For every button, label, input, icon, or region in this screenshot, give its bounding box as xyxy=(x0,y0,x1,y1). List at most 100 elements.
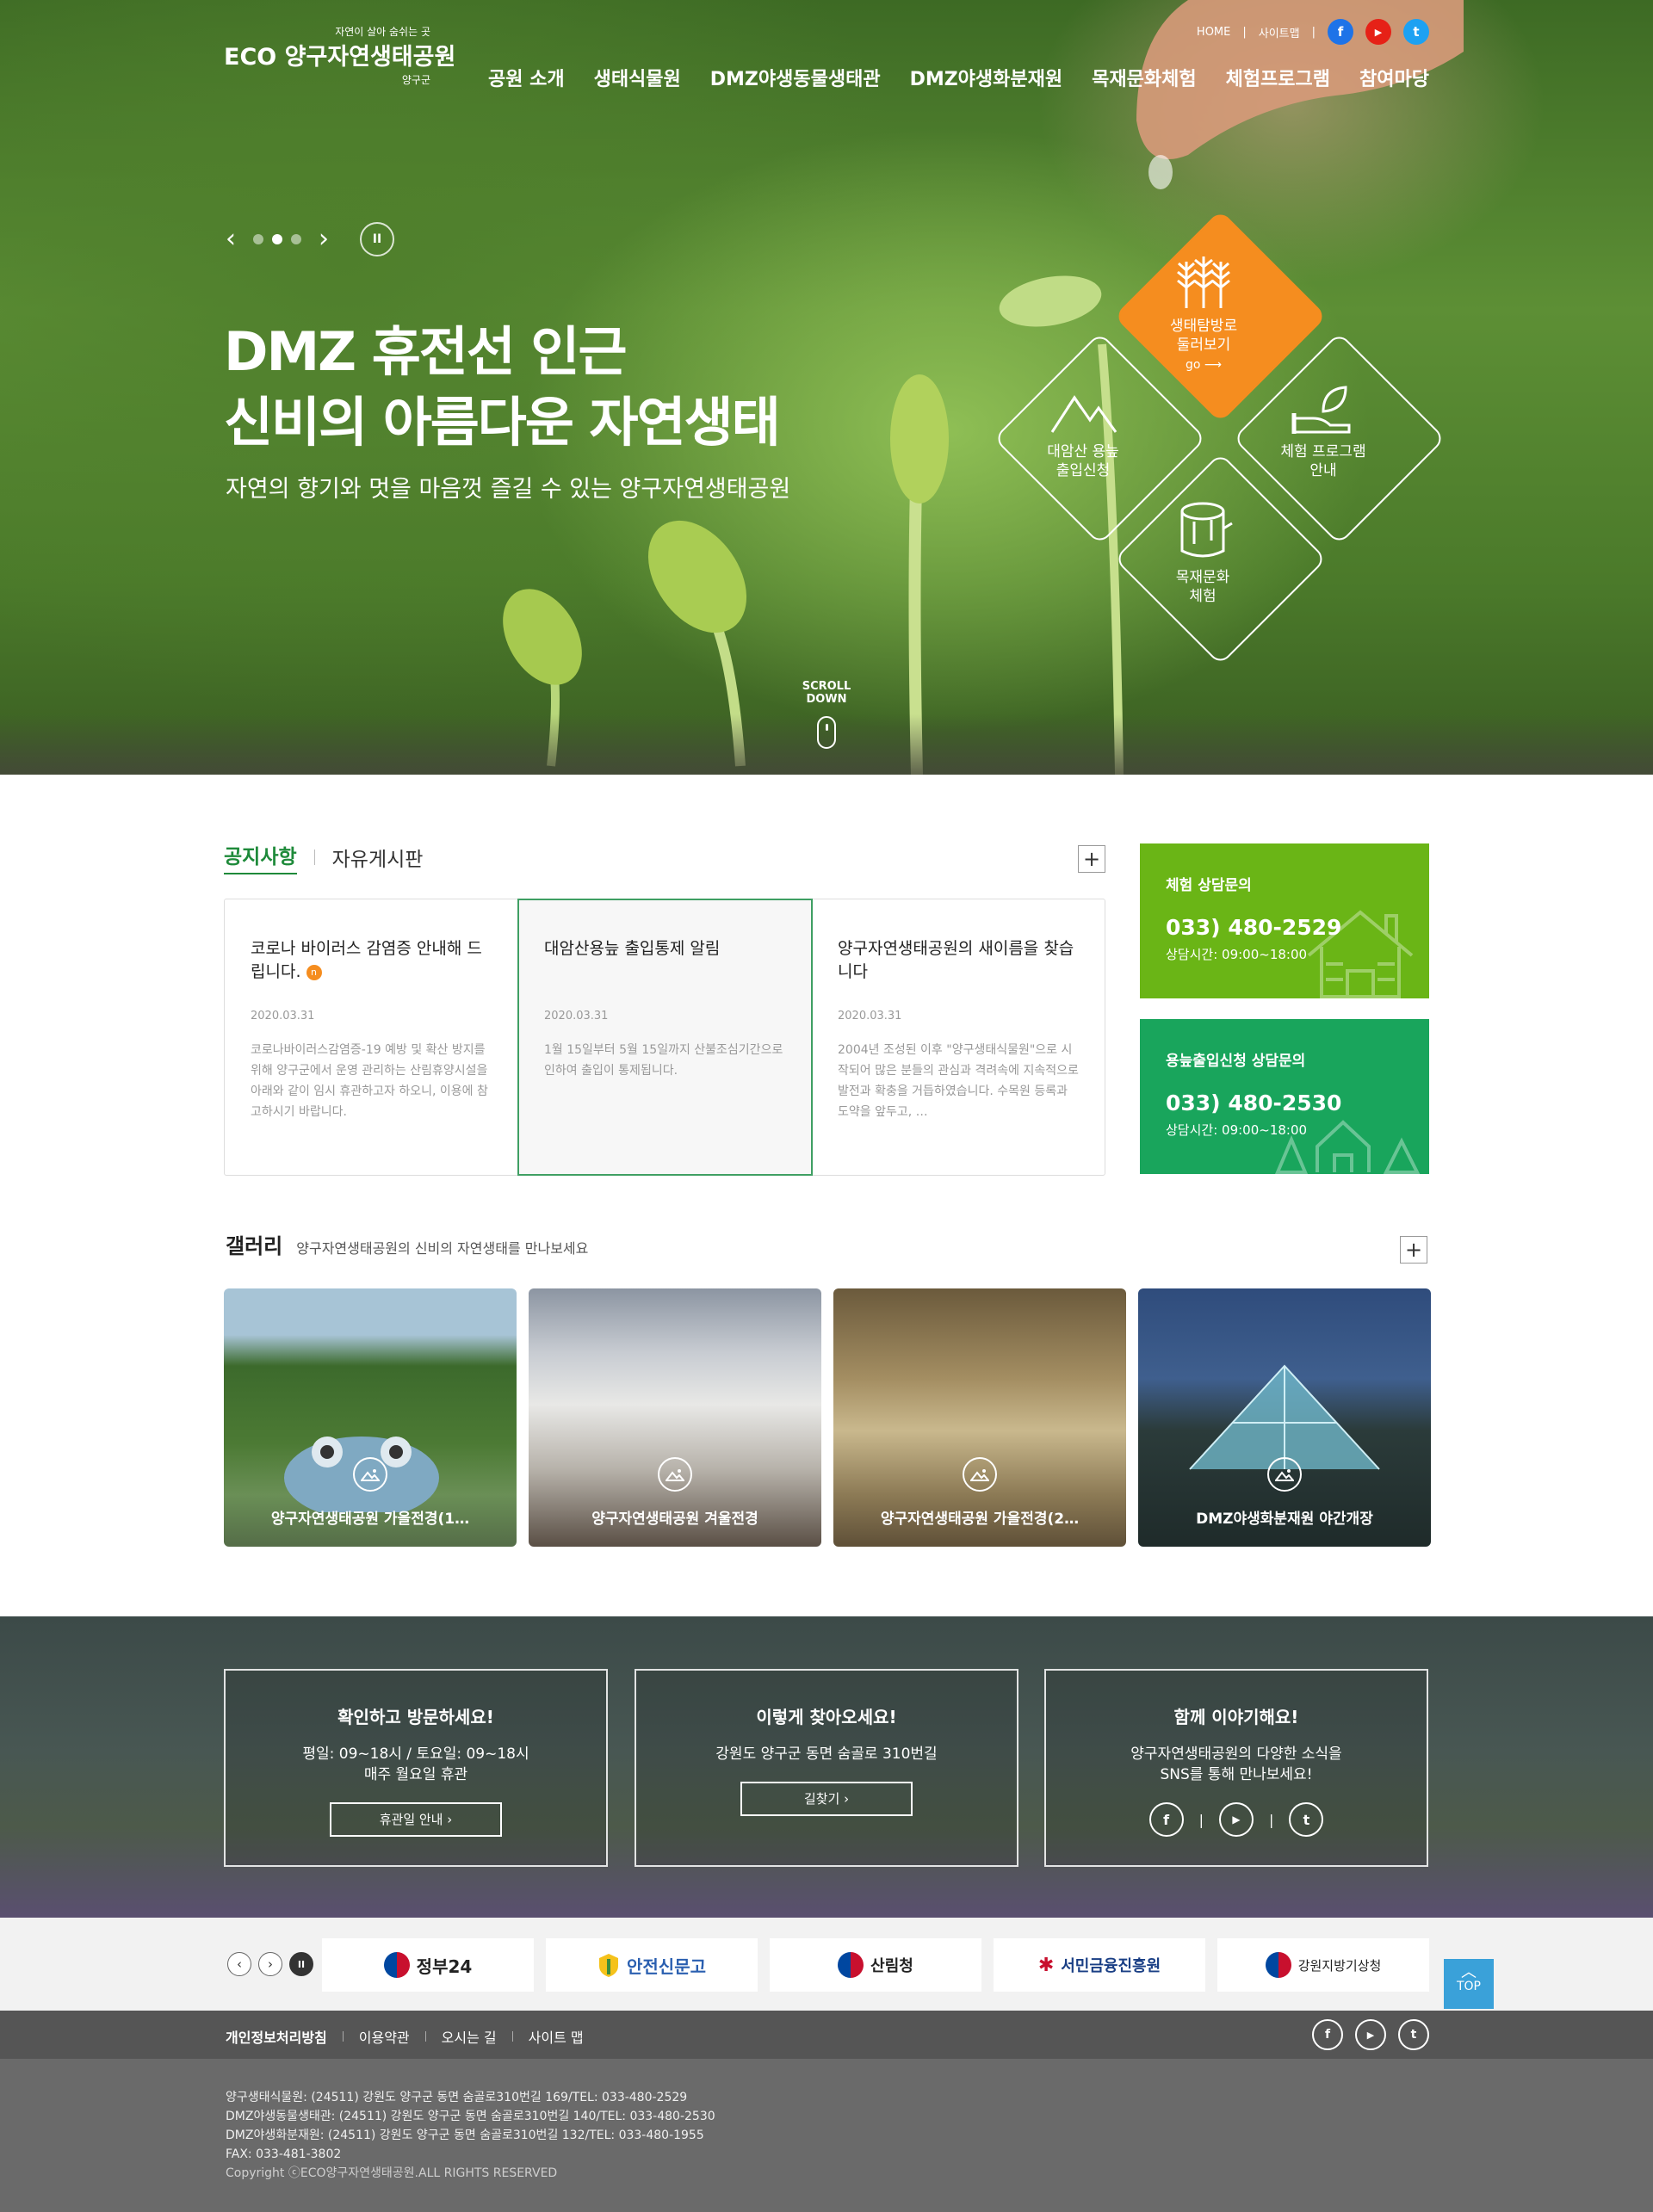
directions-button[interactable]: 길찾기 › xyxy=(740,1782,913,1816)
gallery-subtitle: 양구자연생태공원의 신비의 자연생태를 만나보세요 xyxy=(296,1240,589,1257)
banner-forest-service[interactable]: 산림청 xyxy=(770,1938,981,1992)
info-line2: 매주 월요일 휴관 xyxy=(363,1766,468,1783)
quick-wood-label1: 목재문화 xyxy=(1175,569,1230,586)
gallery-title: 갤러리 xyxy=(226,1234,283,1258)
gallery-item[interactable]: DMZ야생화분재원 야간개장 xyxy=(1138,1288,1431,1547)
info-line1: 양구자연생태공원의 다양한 소식을 xyxy=(1130,1746,1342,1763)
quick-mountain-label2: 출입신청 xyxy=(1056,462,1111,479)
notice-title: 코로나 바이러스 감염증 안내해 드립니다. n xyxy=(251,937,492,989)
notice-card-active[interactable]: 대암산용늪 출입통제 알림 2020.03.31 1월 15일부터 5월 15일… xyxy=(517,899,813,1176)
banner-label: 강원지방기상청 xyxy=(1297,1957,1382,1974)
notice-card[interactable]: 양구자연생태공원의 새이름을 찾습니다 2020.03.31 2004년 조성된… xyxy=(812,899,1105,1175)
twitter-icon[interactable]: t xyxy=(1289,1802,1324,1837)
tab-free-board[interactable]: 자유게시판 xyxy=(332,843,424,872)
hero-title-line1: DMZ 휴전선 인근 xyxy=(224,320,627,383)
sns-box: 함께 이야기해요! 양구자연생태공원의 다양한 소식을 SNS를 통해 만나보세… xyxy=(1044,1669,1428,1867)
facebook-icon[interactable]: f xyxy=(1312,2019,1343,2050)
notice-date: 2020.03.31 xyxy=(544,1010,609,1023)
logo-name: ECO 양구자연생태공원 xyxy=(224,44,456,71)
directions-link[interactable]: 오시는 길 xyxy=(442,2026,497,2047)
notice-more-button[interactable]: + xyxy=(1078,845,1105,873)
prev-slide-icon[interactable]: ‹ xyxy=(222,222,239,256)
youtube-icon[interactable]: ▶ xyxy=(1355,2019,1386,2050)
arrow-up-icon: ︿ xyxy=(1461,1963,1477,1981)
scroll-down[interactable]: SCROLL DOWN xyxy=(782,680,871,749)
quick-eco-label1: 생태탐방로 xyxy=(1169,318,1238,335)
sitemap-link[interactable]: 사이트맵 xyxy=(1259,24,1300,40)
top-label: TOP xyxy=(1456,1980,1481,1993)
terms-link[interactable]: 이용약관 xyxy=(359,2026,410,2047)
quick-mountain-label1: 대암산 용늪 xyxy=(1047,443,1119,460)
quick-program[interactable]: 체험 프로그램 안내 xyxy=(1237,384,1409,480)
quick-eco-go: go ⟶ xyxy=(1186,358,1222,372)
mouse-icon xyxy=(817,716,836,749)
tab-notice[interactable]: 공지사항 xyxy=(224,840,297,874)
quick-program-label1: 체험 프로그램 xyxy=(1280,443,1366,460)
nav-item-park-intro[interactable]: 공원 소개 xyxy=(488,64,565,91)
notice-card[interactable]: 코로나 바이러스 감염증 안내해 드립니다. n 2020.03.31 코로나바… xyxy=(225,899,518,1175)
footer-links: 개인정보처리방침 이용약관 오시는 길 사이트 맵 xyxy=(226,2026,584,2047)
next-slide-icon[interactable]: › xyxy=(315,222,332,256)
nav-item-eco-garden[interactable]: 생태식물원 xyxy=(594,64,681,91)
banner-gov24[interactable]: 정부24 xyxy=(322,1938,534,1992)
gallery-more-button[interactable]: + xyxy=(1400,1236,1427,1264)
houses-icon xyxy=(1274,1120,1421,1174)
notice-list: 코로나 바이러스 감염증 안내해 드립니다. n 2020.03.31 코로나바… xyxy=(224,899,1105,1176)
slider-controls: ‹ › II xyxy=(222,222,394,256)
quick-eco[interactable]: 생태탐방로 둘러보기 go ⟶ xyxy=(1117,253,1290,374)
util-divider: | xyxy=(1311,25,1316,39)
banner-label: 산림청 xyxy=(870,1957,913,1975)
gallery-item[interactable]: 양구자연생태공원 가을전경(2… xyxy=(833,1288,1126,1547)
banner-next-icon[interactable]: › xyxy=(258,1952,282,1976)
banner-label: 정부24 xyxy=(416,1956,473,1977)
facebook-icon[interactable]: f xyxy=(1328,19,1353,45)
slide-dots xyxy=(253,234,301,244)
quick-mountain[interactable]: 대암산 용늪 출입신청 xyxy=(997,387,1169,480)
banner-prev-icon[interactable]: ‹ xyxy=(227,1952,251,1976)
quick-wood-label2: 체험 xyxy=(1189,588,1217,605)
twitter-icon[interactable]: t xyxy=(1398,2019,1429,2050)
quick-wood[interactable]: 목재문화 체험 xyxy=(1117,501,1289,606)
photo-icon xyxy=(963,1457,997,1492)
youtube-icon[interactable]: ▶ xyxy=(1365,19,1391,45)
home-link[interactable]: HOME xyxy=(1197,26,1230,39)
sns-row: f | ▶ | t xyxy=(1046,1802,1427,1837)
contact-program-box[interactable]: 체험 상담문의 033) 480-2529 상담시간: 09:00~18:00 xyxy=(1140,843,1429,998)
nav-item-dmz-bonsai[interactable]: DMZ야생화분재원 xyxy=(910,64,1063,91)
banner-safety-report[interactable]: 안전신문고 xyxy=(546,1938,758,1992)
banner-weather-office[interactable]: 강원지방기상청 xyxy=(1217,1938,1429,1992)
nav-item-dmz-wildlife[interactable]: DMZ야생동물생태관 xyxy=(710,64,881,91)
privacy-policy-link[interactable]: 개인정보처리방침 xyxy=(226,2026,327,2047)
quick-program-label2: 안내 xyxy=(1309,462,1337,479)
util-divider: | xyxy=(1242,25,1247,39)
site-logo[interactable]: 자연이 살아 숨쉬는 곳 ECO 양구자연생태공원 양구군 xyxy=(224,24,455,91)
nav-item-wood-culture[interactable]: 목재문화체험 xyxy=(1092,64,1196,91)
notice-title-text: 코로나 바이러스 감염증 안내해 드립니다. xyxy=(251,939,482,981)
banner-pause-icon[interactable]: II xyxy=(289,1952,313,1976)
closed-days-button[interactable]: 휴관일 안내 › xyxy=(330,1802,502,1837)
slide-dot[interactable] xyxy=(291,234,301,244)
pause-icon[interactable]: II xyxy=(360,222,394,256)
facebook-icon[interactable]: f xyxy=(1148,1802,1184,1837)
gallery-item[interactable]: 양구자연생태공원 겨울전경 xyxy=(529,1288,821,1547)
youtube-icon[interactable]: ▶ xyxy=(1219,1802,1254,1837)
contact-wetland-box[interactable]: 용늪출입신청 상담문의 033) 480-2530 상담시간: 09:00~18… xyxy=(1140,1019,1429,1174)
shield-icon xyxy=(599,1954,618,1977)
notice-date: 2020.03.31 xyxy=(838,1010,902,1023)
info-title: 확인하고 방문하세요! xyxy=(337,1707,494,1727)
nav-item-community[interactable]: 참여마당 xyxy=(1359,64,1429,91)
gallery-caption: 양구자연생태공원 가을전경(2… xyxy=(880,1511,1080,1528)
back-to-top-button[interactable]: ︿ TOP xyxy=(1444,1959,1494,2009)
twitter-icon[interactable]: t xyxy=(1403,19,1429,45)
footer-divider xyxy=(511,2031,513,2042)
banner-finance-agency[interactable]: ✱ 서민금융진흥원 xyxy=(994,1938,1205,1992)
slide-dot[interactable] xyxy=(253,234,263,244)
sitemap-footer-link[interactable]: 사이트 맵 xyxy=(529,2026,584,2047)
nav-item-programs[interactable]: 체험프로그램 xyxy=(1226,64,1330,91)
logo-county: 양구군 xyxy=(401,74,430,86)
mountain-icon xyxy=(1050,395,1117,433)
slide-dot-active[interactable] xyxy=(272,234,282,244)
notice-date: 2020.03.31 xyxy=(251,1010,315,1023)
gallery-item[interactable]: 양구자연생태공원 가을전경(1… xyxy=(224,1288,517,1547)
hero-title-line2: 신비의 아름다운 자연생태 xyxy=(224,391,781,454)
